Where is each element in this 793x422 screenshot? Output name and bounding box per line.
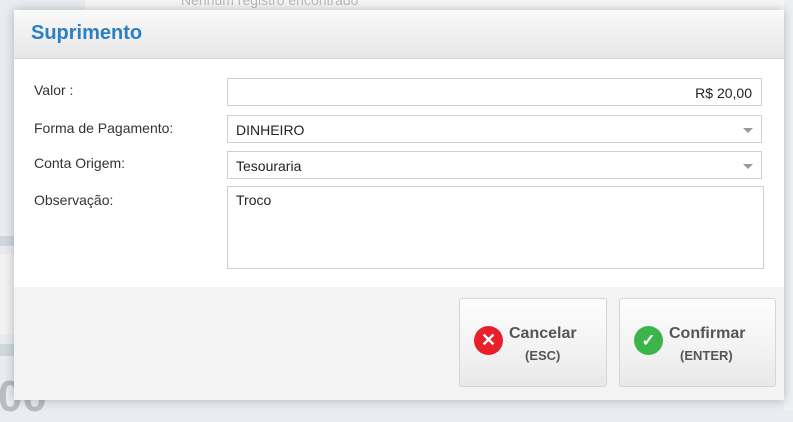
observacao-textarea[interactable]: Troco <box>227 186 764 269</box>
confirm-button-label: Confirmar <box>669 325 746 342</box>
observacao-label: Observação: <box>34 192 114 208</box>
dialog-footer: ✕ Cancelar (ESC) ✓ Confirmar (ENTER) <box>14 287 784 400</box>
forma-pagamento-label: Forma de Pagamento: <box>34 120 174 136</box>
valor-input[interactable]: R$ 20,00 <box>227 78 762 106</box>
close-circle-icon: ✕ <box>474 326 503 355</box>
suprimento-dialog: Suprimento Valor : R$ 20,00 Forma de Pag… <box>14 10 784 400</box>
valor-label: Valor : <box>34 82 74 98</box>
conta-origem-label: Conta Origem: <box>34 155 126 171</box>
observacao-value: Troco <box>236 192 272 208</box>
confirm-button[interactable]: ✓ Confirmar (ENTER) <box>619 298 776 387</box>
background-empty-message: Nenhum registro encontrado <box>181 0 359 8</box>
conta-origem-value: Tesouraria <box>236 158 302 174</box>
background-edge <box>784 0 793 410</box>
forma-pagamento-value: DINHEIRO <box>236 122 305 138</box>
chevron-down-icon <box>743 128 753 133</box>
dialog-header: Suprimento <box>14 10 784 59</box>
valor-value: R$ 20,00 <box>695 85 752 101</box>
background-strip <box>0 236 14 246</box>
dialog-title: Suprimento <box>31 22 143 44</box>
cancel-button-label: Cancelar <box>509 325 577 342</box>
background-panel <box>0 254 14 334</box>
forma-pagamento-select[interactable]: DINHEIRO <box>227 115 762 143</box>
confirm-shortcut-label: (ENTER) <box>680 348 733 363</box>
check-circle-icon: ✓ <box>634 326 663 355</box>
form-area: Valor : R$ 20,00 Forma de Pagamento: DIN… <box>14 59 784 287</box>
cancel-shortcut-label: (ESC) <box>525 348 561 363</box>
conta-origem-select[interactable]: Tesouraria <box>227 151 762 179</box>
cancel-button[interactable]: ✕ Cancelar (ESC) <box>459 298 607 387</box>
chevron-down-icon <box>743 164 753 169</box>
background-strip <box>0 344 14 356</box>
background-page-header: Nenhum registro encontrado <box>85 0 793 10</box>
